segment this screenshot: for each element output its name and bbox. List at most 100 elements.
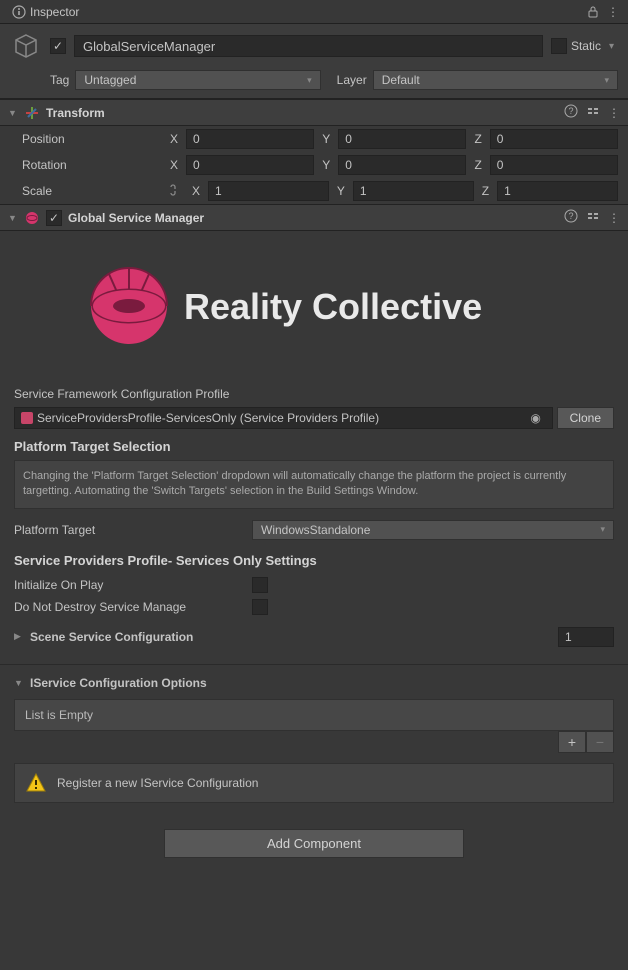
rotation-z-input[interactable] xyxy=(490,155,618,175)
x-label: X xyxy=(166,158,182,172)
foldout-icon[interactable]: ▼ xyxy=(8,108,18,118)
object-picker-icon[interactable]: ◉ xyxy=(526,407,546,429)
scene-service-count-input[interactable] xyxy=(558,627,614,647)
gameobject-name-field[interactable] xyxy=(74,35,543,57)
position-z-input[interactable] xyxy=(490,129,618,149)
preset-icon[interactable] xyxy=(586,209,600,226)
static-dropdown[interactable]: ▾ xyxy=(605,41,618,52)
list-remove-button[interactable]: − xyxy=(586,731,614,753)
z-label: Z xyxy=(470,132,485,146)
lock-icon[interactable] xyxy=(586,5,600,19)
asset-icon xyxy=(21,412,33,424)
scale-row: Scale X Y Z xyxy=(0,178,628,204)
position-row: Position X Y Z xyxy=(0,126,628,152)
tag-layer-row: Tag Untagged Layer Default xyxy=(0,68,628,99)
position-label: Position xyxy=(22,132,162,146)
svg-text:?: ? xyxy=(568,106,573,116)
list-buttons: + − xyxy=(14,731,614,753)
list-empty-box: List is Empty xyxy=(14,699,614,731)
z-label: Z xyxy=(478,184,493,198)
platform-section-title: Platform Target Selection xyxy=(14,439,614,454)
chevron-down-icon: ▼ xyxy=(14,678,24,688)
static-group: Static ▾ xyxy=(551,38,618,54)
warning-box: Register a new IService Configuration xyxy=(14,763,614,803)
transform-component-header[interactable]: ▼ Transform ? ⋮ xyxy=(0,99,628,126)
chevron-right-icon: ▶ xyxy=(14,631,24,642)
foldout-icon[interactable]: ▼ xyxy=(8,213,18,223)
layer-label: Layer xyxy=(337,73,367,87)
tag-dropdown[interactable]: Untagged xyxy=(75,70,320,90)
y-label: Y xyxy=(318,132,334,146)
component-actions: ? ⋮ xyxy=(564,104,620,121)
kebab-icon[interactable]: ⋮ xyxy=(608,106,620,120)
dnd-checkbox[interactable] xyxy=(252,599,268,615)
x-label: X xyxy=(166,132,182,146)
transform-title: Transform xyxy=(46,106,558,120)
profile-value: ServiceProvidersProfile-ServicesOnly (Se… xyxy=(37,411,379,425)
y-label: Y xyxy=(318,158,334,172)
transform-icon xyxy=(24,105,40,121)
profile-label: Service Framework Configuration Profile xyxy=(14,387,614,401)
warning-text: Register a new IService Configuration xyxy=(57,776,258,790)
platform-target-dropdown[interactable]: WindowsStandalone xyxy=(252,520,614,540)
gsm-icon xyxy=(24,210,40,226)
x-label: X xyxy=(188,184,204,198)
iservice-section-title: IService Configuration Options xyxy=(30,676,207,690)
dnd-label: Do Not Destroy Service Manage xyxy=(14,600,244,614)
dnd-row: Do Not Destroy Service Manage xyxy=(14,596,614,618)
position-x-input[interactable] xyxy=(186,129,314,149)
rotation-row: Rotation X Y Z xyxy=(0,152,628,178)
constrain-proportions-icon[interactable] xyxy=(166,183,180,200)
profile-object-input[interactable]: ServiceProvidersProfile-ServicesOnly (Se… xyxy=(14,407,553,429)
settings-section-title: Service Providers Profile- Services Only… xyxy=(14,553,614,568)
position-y-input[interactable] xyxy=(338,129,466,149)
scale-label: Scale xyxy=(22,184,162,198)
rotation-y-input[interactable] xyxy=(338,155,466,175)
rotation-label: Rotation xyxy=(22,158,162,172)
logo-section: Reality Collective xyxy=(0,231,628,381)
static-label: Static xyxy=(571,39,601,53)
rotation-x-input[interactable] xyxy=(186,155,314,175)
kebab-icon[interactable]: ⋮ xyxy=(608,211,620,225)
z-label: Z xyxy=(470,158,485,172)
add-component-button[interactable]: Add Component xyxy=(164,829,464,858)
gsm-title: Global Service Manager xyxy=(68,211,558,225)
init-on-play-label: Initialize On Play xyxy=(14,578,244,592)
help-icon[interactable]: ? xyxy=(564,209,578,226)
inspector-tab-bar: Inspector ⋮ xyxy=(0,0,628,24)
scale-x-input[interactable] xyxy=(208,181,329,201)
gsm-component-header[interactable]: ▼ Global Service Manager ? ⋮ xyxy=(0,204,628,231)
scene-service-label: Scene Service Configuration xyxy=(30,630,193,644)
info-icon xyxy=(12,5,26,19)
gameobject-header: Static ▾ xyxy=(0,24,628,68)
svg-text:?: ? xyxy=(568,211,573,221)
logo-text: Reality Collective xyxy=(184,286,482,327)
add-component-section: Add Component xyxy=(0,809,628,878)
tag-label: Tag xyxy=(50,73,69,87)
clone-button[interactable]: Clone xyxy=(557,407,614,429)
tab-title: Inspector xyxy=(30,5,79,19)
scale-y-input[interactable] xyxy=(353,181,474,201)
kebab-icon[interactable]: ⋮ xyxy=(606,5,620,19)
platform-target-label: Platform Target xyxy=(14,523,244,537)
scene-service-foldout[interactable]: ▶ Scene Service Configuration xyxy=(14,624,614,650)
preset-icon[interactable] xyxy=(586,104,600,121)
warning-icon xyxy=(25,772,47,794)
y-label: Y xyxy=(333,184,349,198)
scale-z-input[interactable] xyxy=(497,181,618,201)
gameobject-enabled-checkbox[interactable] xyxy=(50,38,66,54)
profile-field: ServiceProvidersProfile-ServicesOnly (Se… xyxy=(14,407,614,429)
init-on-play-row: Initialize On Play xyxy=(14,574,614,596)
list-add-button[interactable]: + xyxy=(558,731,586,753)
static-checkbox[interactable] xyxy=(551,38,567,54)
iservice-foldout[interactable]: ▼ IService Configuration Options xyxy=(14,673,614,693)
inspector-tab[interactable]: Inspector xyxy=(4,3,87,21)
component-actions: ? ⋮ xyxy=(564,209,620,226)
init-on-play-checkbox[interactable] xyxy=(252,577,268,593)
layer-dropdown[interactable]: Default xyxy=(373,70,618,90)
gsm-enabled-checkbox[interactable] xyxy=(46,210,62,226)
help-icon[interactable]: ? xyxy=(564,104,578,121)
platform-help-box: Changing the 'Platform Target Selection'… xyxy=(14,460,614,509)
gameobject-icon[interactable] xyxy=(10,30,42,62)
platform-target-row: Platform Target WindowsStandalone xyxy=(14,517,614,543)
